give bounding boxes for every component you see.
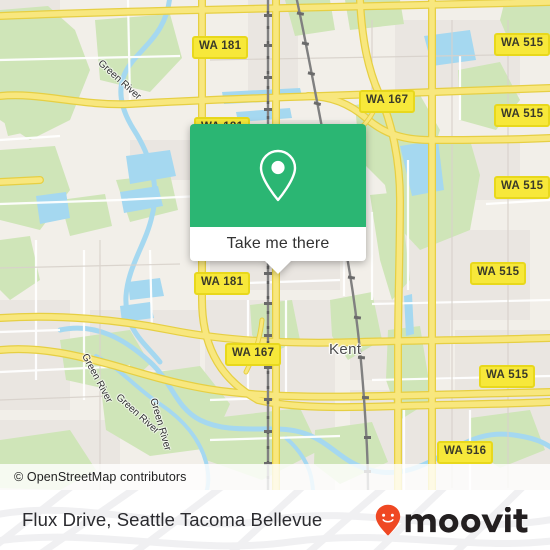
map-canvas[interactable]: WA 181 WA 515 WA 167 WA 515 WA 181 WA 51… <box>0 0 550 490</box>
moovit-map-screen: WA 181 WA 515 WA 167 WA 515 WA 181 WA 51… <box>0 0 550 550</box>
take-me-there-popup[interactable]: Take me there <box>190 124 366 274</box>
highway-shield: WA 515 <box>494 104 550 127</box>
highway-shield: WA 515 <box>479 365 536 388</box>
place-title: Flux Drive, Seattle Tacoma Bellevue <box>22 509 323 530</box>
highway-shield: WA 167 <box>225 343 282 366</box>
attribution-text: © OpenStreetMap contributors <box>14 470 187 484</box>
highway-shield: WA 167 <box>359 90 416 113</box>
highway-shield: WA 515 <box>494 176 550 199</box>
highway-shield: WA 515 <box>494 33 550 56</box>
moovit-wordmark <box>405 507 528 533</box>
highway-shield: WA 515 <box>470 262 527 285</box>
map-pin-icon <box>259 149 297 201</box>
popup-action-area[interactable]: Take me there <box>190 227 366 274</box>
popup-pointer-tail <box>264 260 292 274</box>
moovit-pin-icon <box>375 504 400 536</box>
popup-image-area <box>190 124 366 227</box>
take-me-there-label: Take me there <box>226 235 330 252</box>
city-label-kent: Kent <box>329 341 362 358</box>
map-attribution: © OpenStreetMap contributors <box>0 464 550 490</box>
highway-shield: WA 181 <box>194 272 251 295</box>
highway-shield: WA 181 <box>192 36 249 59</box>
highway-shield: WA 516 <box>437 441 494 464</box>
footer-bar: Flux Drive, Seattle Tacoma Bellevue <box>0 490 550 550</box>
moovit-logo <box>375 504 532 536</box>
